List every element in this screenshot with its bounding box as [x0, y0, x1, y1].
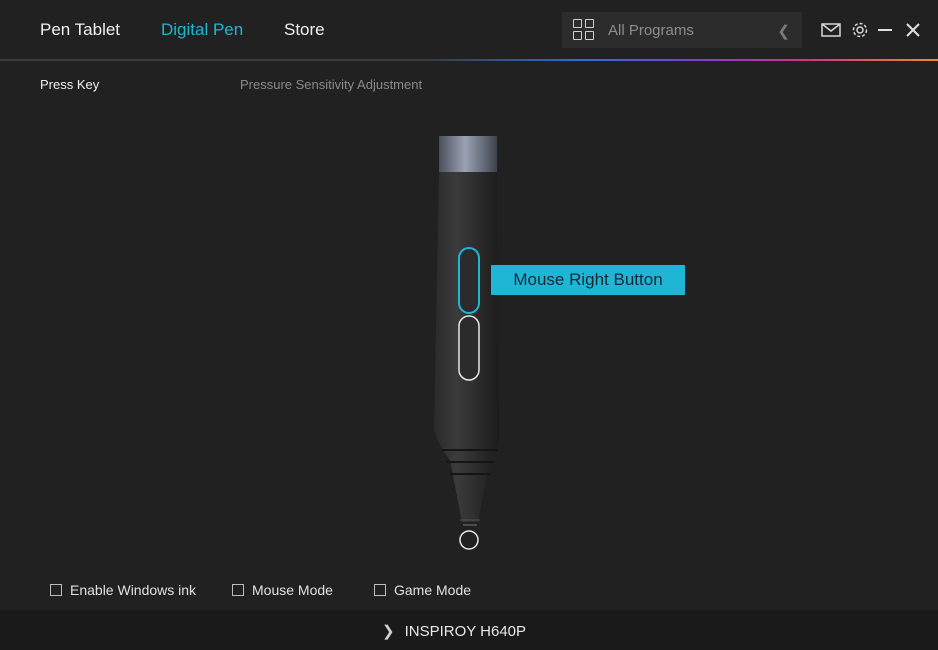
- chevron-right-icon: ❯: [382, 623, 395, 640]
- header-divider: [0, 59, 938, 61]
- subtab-press-key[interactable]: Press Key: [40, 77, 99, 92]
- chevron-left-icon[interactable]: ❮: [777, 22, 790, 40]
- enable-windows-ink-checkbox[interactable]: Enable Windows ink: [50, 582, 196, 598]
- grid-icon: [573, 19, 595, 41]
- checkbox-icon[interactable]: [50, 584, 62, 597]
- device-selector[interactable]: ❯ INSPIROY H640P: [382, 622, 526, 640]
- game-mode-checkbox[interactable]: Game Mode: [374, 582, 471, 598]
- mouse-right-button-label[interactable]: Mouse Right Button: [491, 265, 685, 295]
- digital-pen-illustration: [434, 136, 500, 550]
- pen-lower-button[interactable]: [458, 315, 480, 381]
- top-bar: Pen Tablet Digital Pen Store All Program…: [0, 0, 938, 60]
- tab-pen-tablet[interactable]: Pen Tablet: [40, 20, 120, 40]
- subtab-pressure-sensitivity[interactable]: Pressure Sensitivity Adjustment: [240, 77, 422, 92]
- footer-bar: ❯ INSPIROY H640P: [0, 610, 938, 650]
- pen-upper-button[interactable]: [458, 247, 480, 314]
- tab-store[interactable]: Store: [284, 20, 325, 40]
- minimize-icon[interactable]: [874, 19, 896, 41]
- checkbox-icon[interactable]: [232, 584, 244, 597]
- checkbox-icon[interactable]: [374, 584, 386, 597]
- close-icon[interactable]: [902, 19, 924, 41]
- gear-icon[interactable]: [849, 19, 871, 41]
- program-selector[interactable]: All Programs ❮: [562, 12, 802, 48]
- tab-digital-pen[interactable]: Digital Pen: [161, 20, 243, 40]
- mouse-mode-checkbox[interactable]: Mouse Mode: [232, 582, 333, 598]
- mail-icon[interactable]: [820, 19, 842, 41]
- pen-tip-button[interactable]: [459, 530, 479, 550]
- program-label: All Programs: [608, 22, 694, 39]
